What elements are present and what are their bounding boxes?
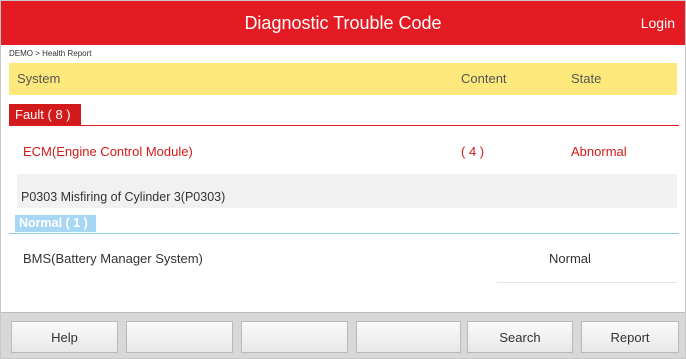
fault-count-tag: Fault ( 8 )	[9, 104, 81, 125]
help-button[interactable]: Help	[11, 321, 118, 353]
report-button[interactable]: Report	[581, 321, 679, 353]
page-title: Diagnostic Trouble Code	[244, 13, 442, 33]
row-divider	[497, 282, 677, 283]
system-row-ecm[interactable]: ECM(Engine Control Module) ( 4 ) Abnorma…	[9, 135, 677, 169]
table-header: System Content State	[9, 63, 677, 95]
dtc-count: ( 4 )	[461, 144, 485, 159]
system-name: BMS(Battery Manager System)	[23, 251, 203, 266]
system-state: Normal	[549, 251, 591, 266]
breadcrumb: DEMO > Health Report	[9, 49, 92, 58]
title-bar: Diagnostic Trouble Code Login	[1, 1, 685, 45]
normal-count-tag: Normal ( 1 )	[15, 215, 96, 232]
column-header-system: System	[17, 71, 61, 86]
dtc-text: P0303 Misfiring of Cylinder 3(P0303)	[21, 190, 226, 204]
column-header-state: State	[571, 71, 602, 86]
system-name: ECM(Engine Control Module)	[23, 144, 193, 159]
bottom-toolbar: Help Search Report	[1, 312, 685, 358]
column-header-content: Content	[461, 71, 507, 86]
fault-section-header: Fault ( 8 )	[9, 103, 679, 126]
login-link[interactable]: Login	[641, 1, 675, 45]
system-state: Abnormal	[571, 144, 627, 159]
app-window: Diagnostic Trouble Code Login DEMO > Hea…	[0, 0, 686, 359]
blank-button-1[interactable]	[126, 321, 233, 353]
blank-button-3[interactable]	[356, 321, 461, 353]
system-row-bms[interactable]: BMS(Battery Manager System) Normal	[9, 243, 677, 275]
search-button[interactable]: Search	[467, 321, 573, 353]
normal-section-header: Normal ( 1 )	[9, 211, 679, 234]
blank-button-2[interactable]	[241, 321, 348, 353]
